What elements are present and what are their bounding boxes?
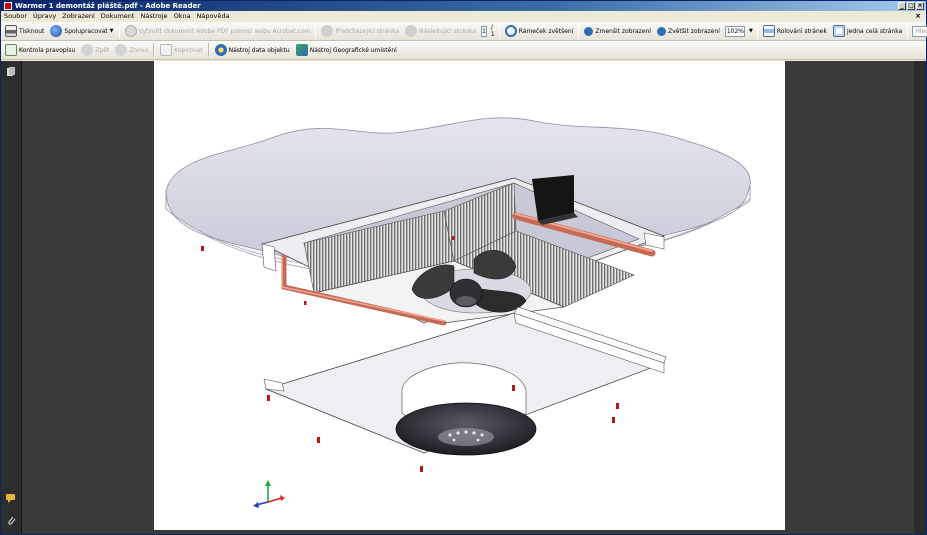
menu-upravy[interactable]: Úpravy [30,11,59,22]
spellcheck-button[interactable]: Kontrola pravopisu [4,42,76,58]
copy-icon [160,44,173,56]
window-title: Warmer 1 demontáž pláště.pdf - Adobe Rea… [15,2,201,10]
object-data-tool-label: Nástroj data objektu [228,46,290,54]
forward-icon [115,44,128,56]
adobe-reader-icon [4,2,12,10]
geo-icon [295,44,308,56]
back-icon [81,44,94,56]
create-pdf-button[interactable]: Vytvořit dokument Adobe PDF pomocí webu … [124,23,312,39]
spellcheck-label: Kontrola pravopisu [19,46,76,54]
title-bar[interactable]: Warmer 1 demontáž pláště.pdf - Adobe Rea… [1,1,926,11]
light-puck [395,362,537,456]
navigation-panel [1,61,22,534]
next-page-button[interactable]: Následující stránka [404,23,477,39]
toolbar-separator [118,24,120,38]
geo-tool-label: Nástroj Geografické umístění [309,46,397,54]
page-total: / 1 [490,24,495,38]
menu-soubor[interactable]: Soubor [1,11,30,22]
toolbar-separator [153,43,156,57]
vertical-scrollbar[interactable] [914,61,926,534]
toolbar-separator [315,24,317,38]
coordinate-axes-icon [253,480,285,508]
menu-bar: Soubor Úpravy Zobrazení Dokument Nástroj… [1,11,926,22]
zoom-level-input[interactable]: 102% [724,25,745,37]
menu-napoveda[interactable]: Nápověda [194,11,233,22]
copy-button[interactable]: Kopírovat [159,42,203,58]
create-pdf-icon [124,25,137,37]
menu-dokument[interactable]: Dokument [98,11,138,22]
single-page-button[interactable]: Jedna celá stránka [832,23,903,39]
zoom-in-label: Zvětšit zobrazení [667,27,720,35]
collaborate-icon [50,25,63,37]
next-page-label: Následující stránka [419,27,477,35]
toolbar-separator [498,24,500,38]
toolbar-separator [578,24,580,38]
close-button[interactable]: × [916,2,924,10]
zoom-in-button[interactable]: Zvětšit zobrazení [656,23,721,39]
page-number-input[interactable]: 1 [481,25,487,37]
create-pdf-label: Vytvořit dokument Adobe PDF pomocí webu … [138,27,311,35]
back-button[interactable]: Zpět [80,42,110,58]
secondary-toolbar: Kontrola pravopisu Zpět Znovu Kopírovat … [1,41,926,60]
scroll-icon [762,25,775,37]
attachment-icon[interactable] [6,515,16,525]
print-label: Tisknout [19,27,45,35]
menu-okna[interactable]: Okna [171,11,194,22]
prev-page-button[interactable]: Předcházející stránka [320,23,400,39]
zoom-out-icon [584,26,594,36]
zoom-out-label: Zmenšit zobrazení [595,27,651,35]
maximize-button[interactable]: □ [907,2,915,10]
back-label: Zpět [95,46,110,54]
fit-page-icon [832,25,845,37]
object-data-tool-button[interactable]: Nástroj data objektu [214,42,291,58]
toolbar-separator [756,24,758,38]
junction-box [532,175,578,225]
next-page-icon [405,25,418,37]
technical-drawing [165,117,751,508]
geo-tool-button[interactable]: Nástroj Geografické umístění [295,42,398,58]
prev-page-icon [321,25,334,37]
toolbar-separator [907,24,909,38]
marquee-zoom-button[interactable]: Rámeček zvětšení [504,23,575,39]
marquee-zoom-label: Rámeček zvětšení [518,27,574,35]
marquee-zoom-icon [504,25,517,37]
window-controls: _ □ × [898,2,924,10]
spellcheck-icon [5,44,17,56]
object-data-icon [214,44,227,56]
pdf-page[interactable] [154,61,785,530]
print-button[interactable]: Tisknout [4,23,45,39]
comments-icon[interactable] [6,493,16,503]
forward-button[interactable]: Znovu [114,42,149,58]
prev-page-label: Předcházející stránka [335,27,400,35]
single-page-label: Jedna celá stránka [846,27,903,35]
scroll-pages-button[interactable]: Rolování stránek [762,23,828,39]
collaborate-label: Spolupracovat [64,27,108,35]
close-document-button[interactable]: × [915,11,921,22]
printer-icon [5,25,17,37]
menu-zobrazeni[interactable]: Zobrazení [59,11,98,22]
minimize-button[interactable]: _ [898,2,906,10]
zoom-dropdown-chevron-icon[interactable]: ▼ [749,28,753,34]
toolbar-separator [207,43,210,57]
zoom-in-icon [656,26,666,36]
menu-nastroje[interactable]: Nástroje [137,11,170,22]
collaborate-button[interactable]: Spolupracovat ▼ [49,23,114,39]
pages-panel-icon[interactable] [6,67,16,77]
find-input[interactable]: Hledat [912,25,927,37]
main-toolbar: Tisknout Spolupracovat ▼ Vytvořit dokume… [1,22,927,41]
document-area[interactable] [1,61,926,534]
chevron-down-icon: ▼ [109,28,114,34]
zoom-out-button[interactable]: Zmenšit zobrazení [583,23,652,39]
forward-label: Znovu [129,46,149,54]
copy-label: Kopírovat [174,46,203,54]
scroll-pages-label: Rolování stránek [776,27,827,35]
adobe-reader-window: Warmer 1 demontáž pláště.pdf - Adobe Rea… [0,0,927,535]
